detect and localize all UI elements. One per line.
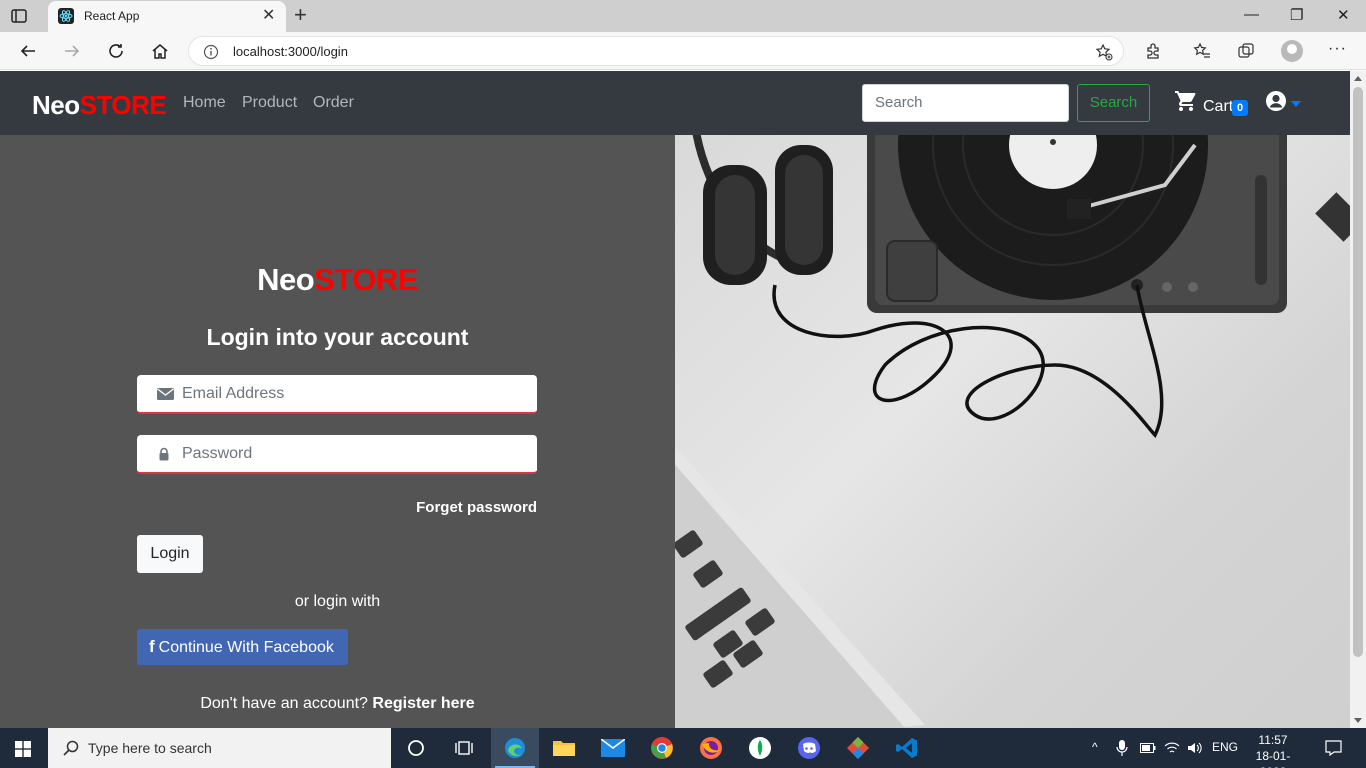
turntable-headphones-illustration <box>675 135 1350 728</box>
taskbar-search-box[interactable]: Type here to search <box>48 728 391 768</box>
windows-start-icon[interactable] <box>15 741 31 757</box>
email-placeholder: Email Address <box>182 385 285 402</box>
refresh-icon[interactable] <box>104 39 128 63</box>
brand-store: STORE <box>79 90 167 120</box>
firefox-icon[interactable] <box>687 728 735 768</box>
nav-link-order[interactable]: Order <box>313 94 354 112</box>
clock-date: 18-01-2022 <box>1255 749 1291 768</box>
close-window-icon[interactable]: ✕ <box>1337 6 1350 24</box>
language-indicator[interactable]: ENG <box>1212 740 1238 754</box>
brand-neo: Neo <box>32 90 80 120</box>
taskbar-search-placeholder: Type here to search <box>88 740 212 756</box>
maximize-icon[interactable]: ❐ <box>1290 6 1303 24</box>
mongodb-compass-icon[interactable] <box>736 728 784 768</box>
volume-icon[interactable] <box>1187 741 1203 758</box>
new-tab-icon[interactable]: + <box>294 3 307 27</box>
nav-link-product[interactable]: Product <box>242 94 297 112</box>
extensions-icon[interactable] <box>1143 41 1163 61</box>
login-brand-store: STORE <box>314 262 418 297</box>
windows-taskbar: Type here to search ^ ENG 11:57 18-01- <box>0 728 1366 768</box>
envelope-icon <box>157 387 174 401</box>
cart-count-badge: 0 <box>1232 100 1248 116</box>
task-view-icon[interactable] <box>440 728 488 768</box>
browser-tab[interactable]: React App ✕ <box>48 1 286 32</box>
edge-taskbar-icon[interactable] <box>491 728 539 768</box>
login-panel: NeoSTORE Login into your account Email A… <box>0 135 675 728</box>
register-prompt-line: Don't have an account? Register here <box>0 695 675 713</box>
login-brand-logo: NeoSTORE <box>0 262 675 298</box>
password-placeholder: Password <box>182 445 253 462</box>
scrollbar-thumb[interactable] <box>1353 87 1363 657</box>
email-field[interactable]: Email Address <box>137 375 537 414</box>
battery-icon[interactable] <box>1140 742 1156 757</box>
password-field[interactable]: Password <box>137 435 537 474</box>
hero-image <box>675 135 1350 728</box>
lock-icon <box>157 447 173 461</box>
tab-title: React App <box>84 9 140 23</box>
discord-icon[interactable] <box>785 728 833 768</box>
user-circle-icon[interactable] <box>1265 90 1287 112</box>
login-button[interactable]: Login <box>137 535 203 573</box>
login-brand-neo: Neo <box>257 262 315 297</box>
facebook-login-button[interactable]: f Continue With Facebook <box>137 629 348 665</box>
facebook-icon: f <box>149 637 155 656</box>
collections-icon[interactable] <box>1236 41 1256 61</box>
register-link[interactable]: Register here <box>372 695 474 712</box>
taskbar-clock[interactable]: 11:57 18-01-2022 <box>1248 732 1298 768</box>
brand-logo[interactable]: NeoSTORE <box>32 90 167 121</box>
chevron-down-icon[interactable] <box>1291 101 1301 107</box>
back-icon[interactable] <box>16 39 40 63</box>
facebook-button-label: Continue With Facebook <box>158 639 334 656</box>
git-gui-icon[interactable] <box>834 728 882 768</box>
url-text: localhost:3000/login <box>233 44 348 59</box>
favorites-icon[interactable] <box>1192 41 1212 61</box>
cart-label[interactable]: Cart <box>1203 98 1233 116</box>
search-button[interactable]: Search <box>1077 84 1150 122</box>
profile-avatar[interactable] <box>1281 40 1303 62</box>
mail-icon[interactable] <box>589 728 637 768</box>
or-login-with-text: or login with <box>294 593 381 610</box>
login-heading: Login into your account <box>206 324 469 350</box>
browser-tab-bar: React App ✕ + — ❐ ✕ <box>0 0 1366 32</box>
react-icon <box>58 8 74 24</box>
minimize-icon[interactable]: — <box>1244 6 1259 23</box>
address-bar[interactable]: localhost:3000/login <box>188 36 1124 66</box>
page-scrollbar[interactable] <box>1350 71 1366 728</box>
forward-icon[interactable] <box>60 39 84 63</box>
notifications-icon[interactable] <box>1325 740 1342 759</box>
nav-link-home[interactable]: Home <box>183 94 226 112</box>
app-navbar: NeoSTORE Home Product Order Search Searc… <box>0 71 1350 135</box>
search-input[interactable]: Search <box>862 84 1069 122</box>
home-icon[interactable] <box>148 39 172 63</box>
tab-actions-icon[interactable] <box>10 7 28 25</box>
browser-toolbar: localhost:3000/login <box>0 32 1366 70</box>
vscode-icon[interactable] <box>883 728 931 768</box>
add-favorite-icon[interactable] <box>1095 43 1113 61</box>
register-prompt: Don't have an account? <box>200 695 368 712</box>
wifi-icon[interactable] <box>1164 741 1180 758</box>
cart-icon[interactable] <box>1174 89 1198 113</box>
clock-time: 11:57 <box>1258 733 1288 747</box>
microphone-icon[interactable] <box>1116 740 1128 759</box>
chrome-icon[interactable] <box>638 728 686 768</box>
search-icon <box>62 739 80 757</box>
info-icon[interactable] <box>203 44 219 60</box>
scroll-up-arrow-icon[interactable] <box>1354 76 1362 81</box>
more-options-icon[interactable]: ··· <box>1328 40 1347 58</box>
chevron-up-icon[interactable]: ^ <box>1092 740 1098 754</box>
scroll-down-arrow-icon[interactable] <box>1354 718 1362 723</box>
tab-close-icon[interactable]: ✕ <box>262 7 275 25</box>
file-explorer-icon[interactable] <box>540 728 588 768</box>
cortana-icon[interactable] <box>392 728 440 768</box>
forgot-password-link[interactable]: Forget password <box>337 499 537 516</box>
